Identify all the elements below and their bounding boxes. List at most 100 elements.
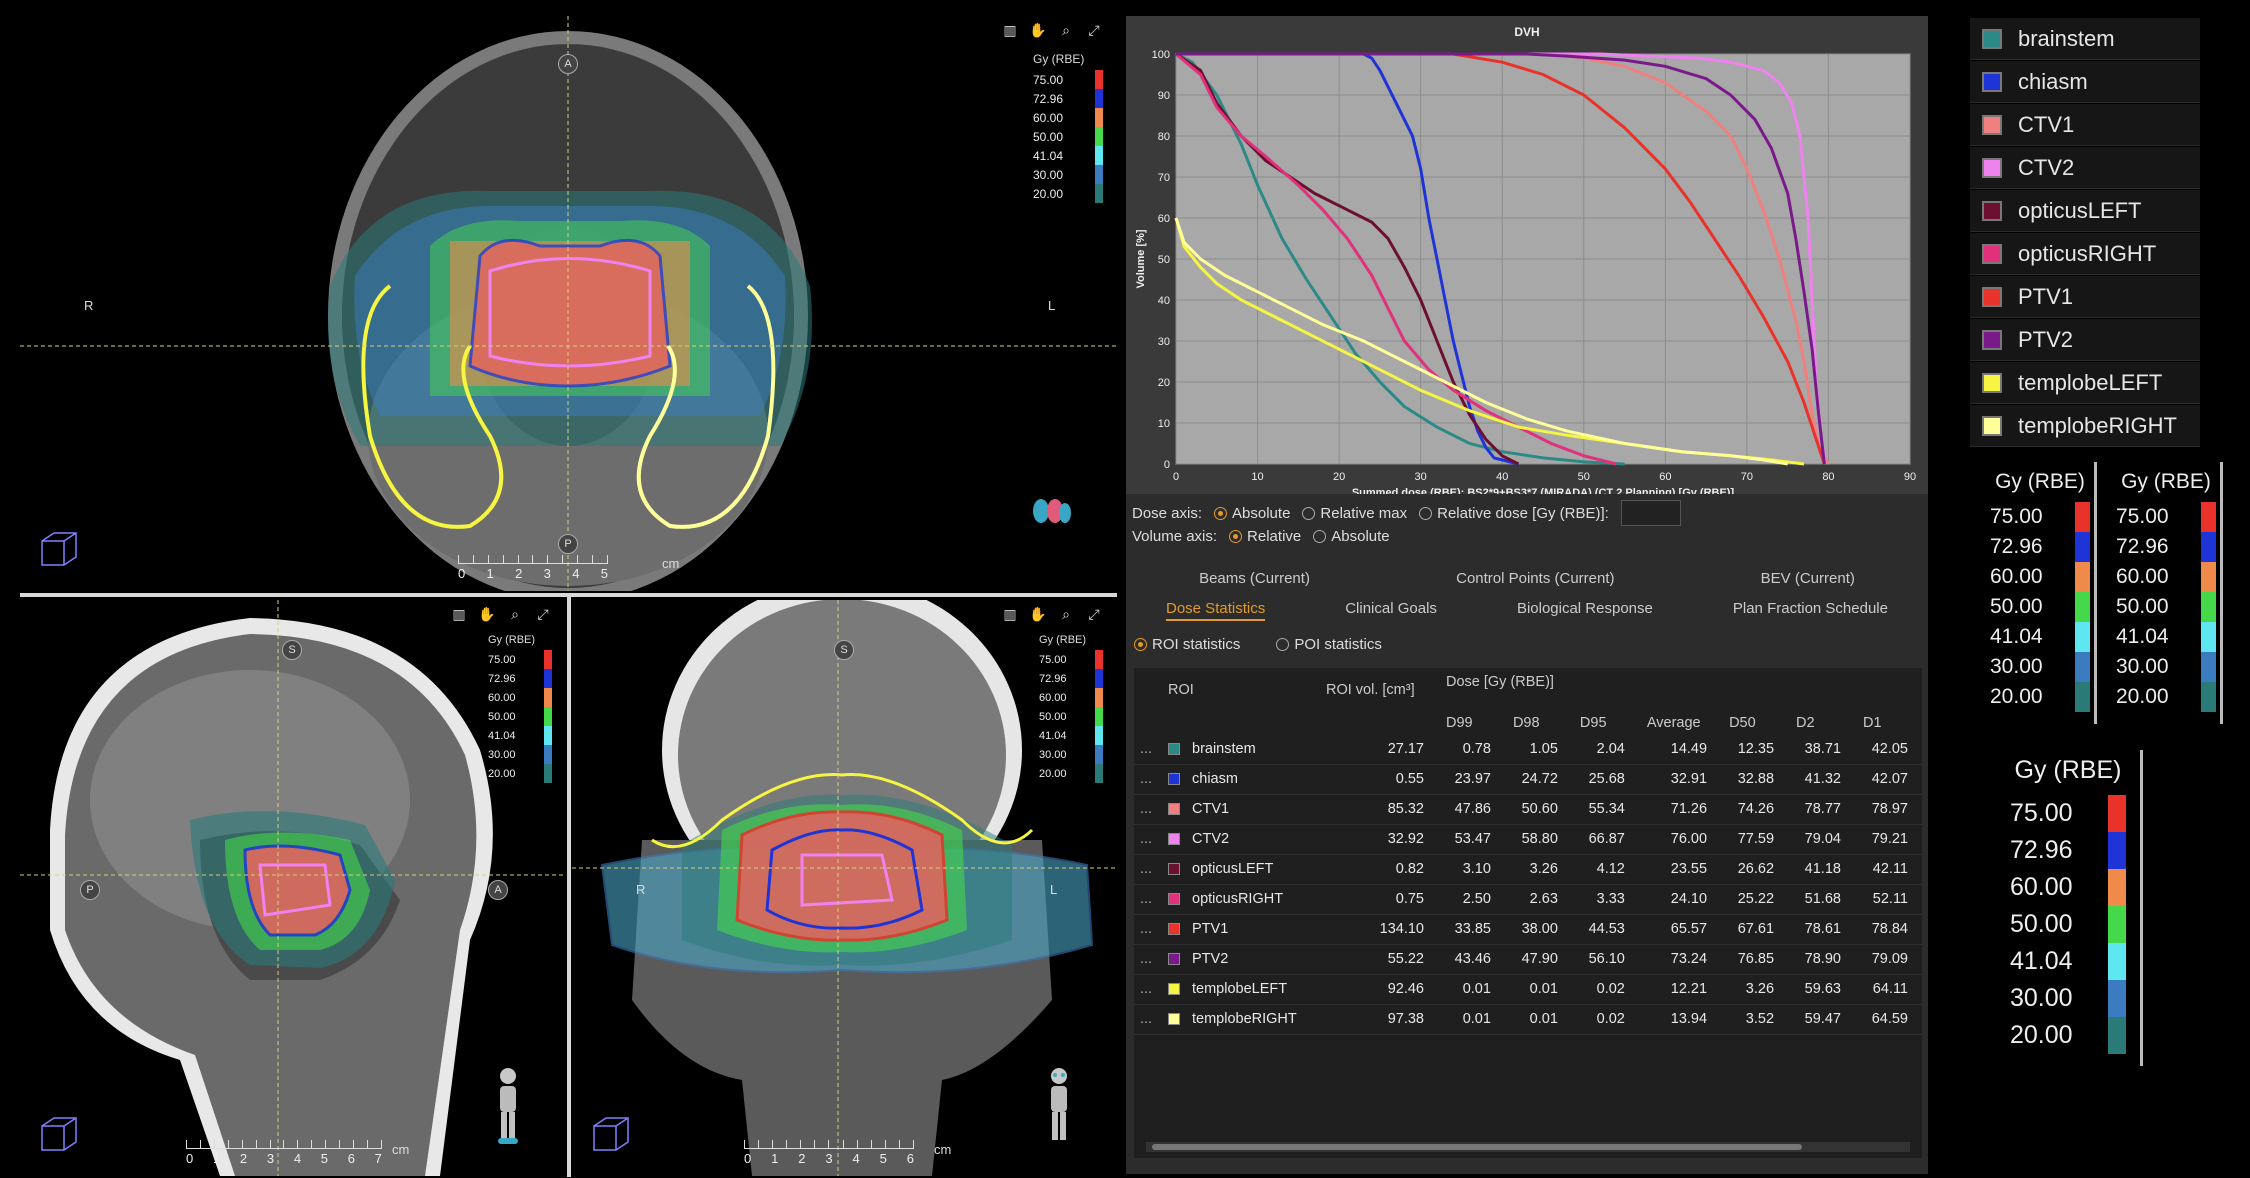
column-header-d95[interactable]: D95 bbox=[1572, 712, 1639, 734]
dose-value-cell: 76.00 bbox=[1638, 824, 1722, 855]
table-row[interactable]: ... brainstem 27.17 0.78 1.05 2.04 14.49 12.35 3… bbox=[1134, 734, 1922, 765]
dose-level-swatch bbox=[1095, 688, 1103, 707]
roi-legend-item[interactable]: CTV2 bbox=[1970, 147, 2200, 189]
row-menu-button[interactable]: ... bbox=[1134, 974, 1158, 1005]
orientation-cube-icon[interactable] bbox=[588, 1112, 632, 1156]
dose-axis-relative-dose-radio[interactable]: Relative dose [Gy (RBE)]: bbox=[1419, 505, 1609, 522]
zoom-icon[interactable]: ⌕ bbox=[1057, 22, 1075, 39]
row-menu-button[interactable]: ... bbox=[1134, 734, 1158, 765]
column-header-roi[interactable]: ROI bbox=[1158, 668, 1318, 712]
roi-legend-item[interactable]: CTV1 bbox=[1970, 104, 2200, 146]
table-row[interactable]: ... PTV2 55.22 43.46 47.90 56.10 73.24 76.85 78.… bbox=[1134, 944, 1922, 975]
tab-plan-fraction-schedule[interactable]: Plan Fraction Schedule bbox=[1733, 600, 1888, 621]
dose-level-swatch bbox=[2108, 795, 2126, 832]
dose-axis-relative-max-radio[interactable]: Relative max bbox=[1302, 505, 1407, 522]
roi-color-swatch bbox=[1168, 923, 1180, 935]
dose-level-swatch bbox=[2075, 622, 2090, 652]
table-row[interactable]: ... opticusRIGHT 0.75 2.50 2.63 3.33 24.10 25.2… bbox=[1134, 884, 1922, 915]
volume-axis-absolute-radio[interactable]: Absolute bbox=[1313, 528, 1390, 545]
table-row[interactable]: ... opticusLEFT 0.82 3.10 3.26 4.12 23.55 26.62… bbox=[1134, 854, 1922, 885]
zoom-icon[interactable]: ⌕ bbox=[1057, 606, 1075, 623]
roi-statistics-radio[interactable]: ROI statistics bbox=[1134, 636, 1240, 653]
hand-icon[interactable]: ✋ bbox=[1029, 22, 1047, 39]
dose-level-swatch bbox=[544, 707, 552, 726]
tab-clinical-goals[interactable]: Clinical Goals bbox=[1345, 600, 1437, 621]
row-menu-button[interactable]: ... bbox=[1134, 1004, 1158, 1035]
hand-icon[interactable]: ✋ bbox=[1029, 606, 1047, 623]
dose-value-cell: 64.59 bbox=[1854, 1004, 1922, 1035]
dose-level-swatch bbox=[1095, 669, 1103, 688]
column-header-d1[interactable]: D1 bbox=[1855, 712, 1922, 734]
dose-level-label: 41.04 bbox=[1039, 729, 1067, 742]
roi-color-swatch bbox=[1982, 286, 2002, 307]
volume-axis-relative-radio[interactable]: Relative bbox=[1229, 528, 1301, 545]
roi-legend-item[interactable]: templobeRIGHT bbox=[1970, 405, 2200, 447]
tab-control-points[interactable]: Control Points (Current) bbox=[1456, 570, 1614, 587]
dose-axis-absolute-radio[interactable]: Absolute bbox=[1214, 505, 1290, 522]
dose-value-cell: 23.97 bbox=[1438, 764, 1505, 795]
row-menu-button[interactable]: ... bbox=[1134, 854, 1158, 885]
roi-legend-item[interactable]: opticusLEFT bbox=[1970, 190, 2200, 232]
row-menu-button[interactable]: ... bbox=[1134, 824, 1158, 855]
radio-dot bbox=[1134, 638, 1147, 651]
table-row[interactable]: ... templobeLEFT 92.46 0.01 0.01 0.02 12.21 3.2… bbox=[1134, 974, 1922, 1005]
roi-legend-item[interactable]: chiasm bbox=[1970, 61, 2200, 103]
axial-viewport[interactable]: A P R L ▥ ✋ ⌕ ⤢ Gy (RBE) 75.00 72.96 60.… bbox=[20, 16, 1117, 591]
poi-statistics-radio[interactable]: POI statistics bbox=[1276, 636, 1382, 653]
table-row[interactable]: ... CTV2 32.92 53.47 58.80 66.87 76.00 77.59 79.… bbox=[1134, 824, 1922, 855]
tab-beams[interactable]: Beams (Current) bbox=[1199, 570, 1310, 587]
column-header-d50[interactable]: D50 bbox=[1721, 712, 1788, 734]
tab-biological-response[interactable]: Biological Response bbox=[1517, 600, 1653, 621]
roi-legend-item[interactable]: PTV1 bbox=[1970, 276, 2200, 318]
table-row[interactable]: ... CTV1 85.32 47.86 50.60 55.34 71.26 74.26 78.… bbox=[1134, 794, 1922, 825]
row-menu-button[interactable]: ... bbox=[1134, 884, 1158, 915]
expand-icon[interactable]: ⤢ bbox=[1085, 22, 1103, 39]
dose-value-cell: 52.11 bbox=[1854, 884, 1922, 915]
table-row[interactable]: ... PTV1 134.10 33.85 38.00 44.53 65.57 67.61 78… bbox=[1134, 914, 1922, 945]
roi-legend-item[interactable]: PTV2 bbox=[1970, 319, 2200, 361]
dose-legend-title: Gy (RBE) bbox=[1039, 634, 1087, 646]
histogram-icon[interactable]: ▥ bbox=[450, 606, 468, 623]
horizontal-scrollbar[interactable] bbox=[1146, 1142, 1910, 1152]
row-menu-button[interactable]: ... bbox=[1134, 794, 1158, 825]
column-header-d2[interactable]: D2 bbox=[1788, 712, 1855, 734]
dose-level-label: 30.00 bbox=[1039, 748, 1067, 761]
table-row[interactable]: ... templobeRIGHT 97.38 0.01 0.01 0.02 13.94 3.… bbox=[1134, 1004, 1922, 1035]
expand-icon[interactable]: ⤢ bbox=[1085, 606, 1103, 623]
zoom-icon[interactable]: ⌕ bbox=[506, 606, 524, 623]
row-menu-button[interactable]: ... bbox=[1134, 944, 1158, 975]
x-tick-label: 30 bbox=[1415, 471, 1427, 483]
row-menu-button[interactable]: ... bbox=[1134, 914, 1158, 945]
relative-dose-input[interactable] bbox=[1620, 500, 1681, 526]
dose-value-cell: 32.91 bbox=[1638, 764, 1722, 795]
row-menu-button[interactable]: ... bbox=[1134, 764, 1158, 795]
column-header-d98[interactable]: D98 bbox=[1505, 712, 1572, 734]
dose-level-swatch bbox=[1095, 745, 1103, 764]
y-tick-label: 20 bbox=[1158, 377, 1170, 389]
viewport-divider[interactable] bbox=[567, 597, 571, 1177]
dose-value-cell: 12.35 bbox=[1721, 734, 1789, 765]
column-header-d99[interactable]: D99 bbox=[1438, 712, 1505, 734]
table-row[interactable]: ... chiasm 0.55 23.97 24.72 25.68 32.91 32.88 41… bbox=[1134, 764, 1922, 795]
dose-level-label: 30.00 bbox=[2010, 984, 2073, 1012]
tab-dose-statistics[interactable]: Dose Statistics bbox=[1166, 600, 1266, 621]
dose-value-cell: 44.53 bbox=[1571, 914, 1639, 945]
roi-legend-item[interactable]: templobeLEFT bbox=[1970, 362, 2200, 404]
expand-icon[interactable]: ⤢ bbox=[534, 606, 552, 623]
histogram-icon[interactable]: ▥ bbox=[1001, 606, 1019, 623]
orientation-cube-icon[interactable] bbox=[36, 527, 80, 571]
dose-value-cell: 32.88 bbox=[1721, 764, 1789, 795]
dose-level-label: 50.00 bbox=[2010, 910, 2073, 938]
column-header-average[interactable]: Average bbox=[1639, 712, 1721, 734]
roi-legend-item[interactable]: brainstem bbox=[1970, 18, 2200, 60]
tab-bev[interactable]: BEV (Current) bbox=[1761, 570, 1855, 587]
column-header-roi-volume[interactable]: ROI vol. [cm³] bbox=[1318, 668, 1438, 712]
hand-icon[interactable]: ✋ bbox=[478, 606, 496, 623]
coronal-viewport[interactable]: S R L ▥ ✋ ⌕ ⤢ Gy (RBE) 75.00 72.96 60.00… bbox=[572, 600, 1117, 1176]
sagittal-viewport[interactable]: S P A ▥ ✋ ⌕ ⤢ Gy (RBE) 75.00 72.96 60.00… bbox=[20, 600, 566, 1176]
scrollbar-thumb[interactable] bbox=[1152, 1144, 1802, 1150]
dvh-plot[interactable]: 0 10 20 30 40 50 60 70 80 90 0 10 20 30 40 50 60 70 80 90 10… bbox=[1126, 16, 1928, 494]
histogram-icon[interactable]: ▥ bbox=[1001, 22, 1019, 39]
roi-legend-item[interactable]: opticusRIGHT bbox=[1970, 233, 2200, 275]
orientation-cube-icon[interactable] bbox=[36, 1112, 80, 1156]
